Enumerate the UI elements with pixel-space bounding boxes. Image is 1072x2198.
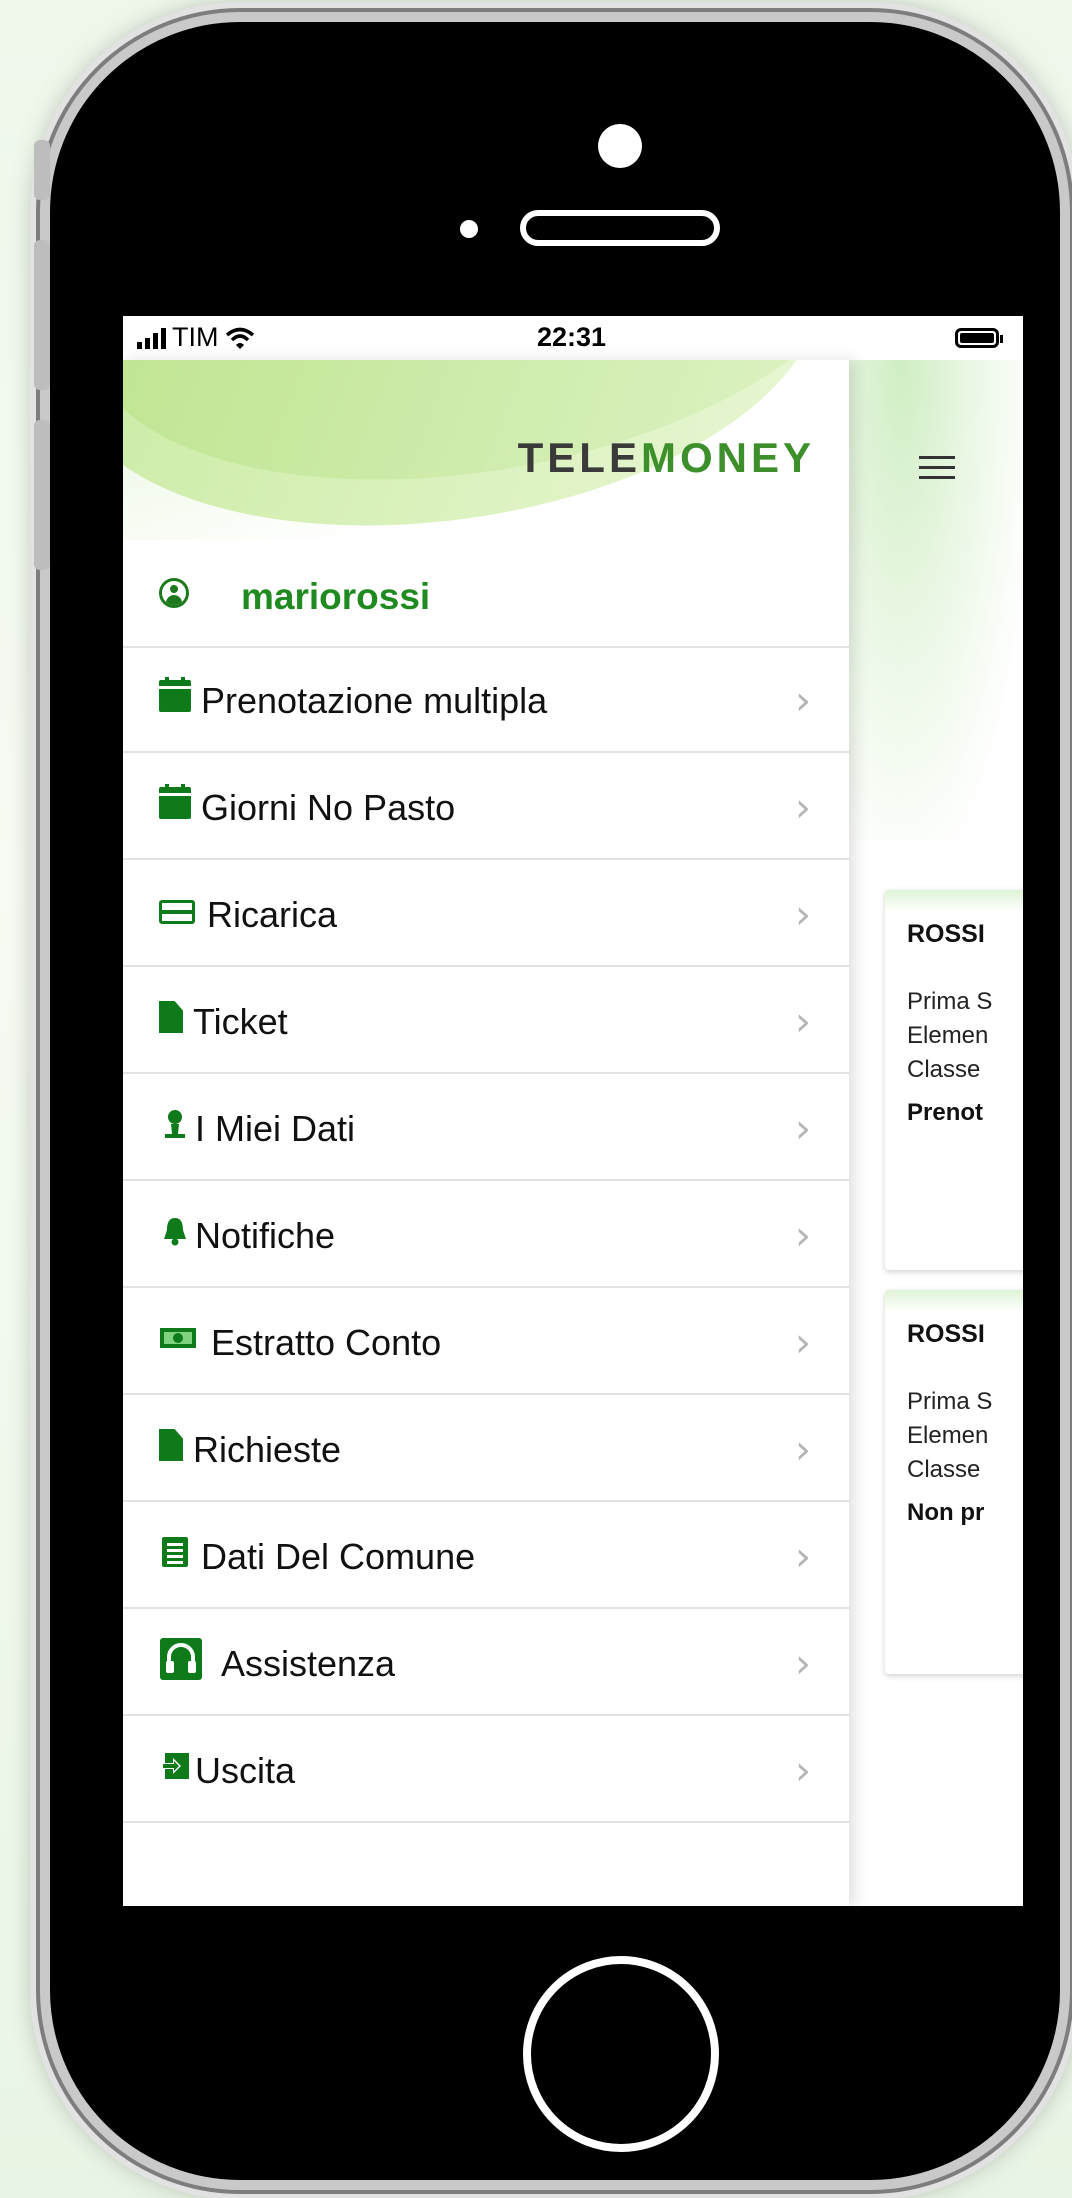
- child-card[interactable]: ROSSI Prima S Elemen Classe Non pr: [885, 1290, 1023, 1674]
- menu-item-label: Assistenza: [221, 1643, 396, 1684]
- menu-item-label: Notifiche: [195, 1215, 336, 1256]
- main-header: [849, 360, 1023, 840]
- exit-icon: [159, 1750, 191, 1782]
- school-type-line: Elemen: [907, 1022, 989, 1049]
- school-line: Prima S: [907, 988, 993, 1015]
- clock: 22:31: [537, 322, 607, 352]
- menu-item-label: Uscita: [195, 1750, 296, 1791]
- chevron-right-icon: ›: [795, 1748, 811, 1794]
- chevron-right-icon: ›: [795, 892, 811, 938]
- wifi-icon: [225, 327, 254, 349]
- bell-icon: [159, 1215, 191, 1247]
- signal-icon: [137, 327, 166, 349]
- home-button[interactable]: [523, 1956, 719, 2152]
- booking-status: Prenot: [907, 1099, 984, 1126]
- carrier-label: TIM: [172, 322, 219, 352]
- earpiece-speaker: [520, 210, 720, 246]
- menu-item-notifiche[interactable]: Notifiche ›: [123, 1181, 849, 1288]
- credit-card-icon: [159, 900, 195, 924]
- list-icon: [159, 1536, 191, 1568]
- booking-status: Non pr: [907, 1499, 985, 1526]
- drawer-menu: Prenotazione multipla › Giorni No Pasto …: [123, 646, 849, 1823]
- front-camera: [598, 124, 642, 168]
- menu-item-assistenza[interactable]: Assistenza ›: [123, 1609, 849, 1716]
- menu-item-richieste[interactable]: Richieste ›: [123, 1395, 849, 1502]
- phone-screen: TIM 22:31 ROSSI Prima S Elemen Classe Pr…: [123, 316, 1023, 1906]
- menu-item-label: I Miei Dati: [195, 1108, 356, 1149]
- menu-item-uscita[interactable]: Uscita ›: [123, 1716, 849, 1823]
- user-profile-row[interactable]: mariorossi: [123, 540, 849, 648]
- document-icon: [159, 1429, 183, 1461]
- mute-switch: [34, 140, 50, 200]
- chevron-right-icon: ›: [795, 1427, 811, 1473]
- menu-item-estratto-conto[interactable]: Estratto Conto ›: [123, 1288, 849, 1395]
- chevron-right-icon: ›: [795, 678, 811, 724]
- class-line: Classe: [907, 1056, 981, 1083]
- chevron-right-icon: ›: [795, 1320, 811, 1366]
- child-name: ROSSI: [907, 920, 985, 948]
- menu-item-label: Richieste: [193, 1429, 342, 1470]
- volume-down-button: [34, 420, 50, 570]
- chevron-right-icon: ›: [795, 1534, 811, 1580]
- menu-item-dati-del-comune[interactable]: Dati Del Comune ›: [123, 1502, 849, 1609]
- document-icon: [159, 1001, 183, 1033]
- menu-item-ticket[interactable]: Ticket ›: [123, 967, 849, 1074]
- child-card[interactable]: ROSSI Prima S Elemen Classe Prenot: [885, 890, 1023, 1270]
- hamburger-menu-icon[interactable]: [919, 456, 955, 480]
- calendar-icon: [159, 677, 191, 712]
- class-line: Classe: [907, 1456, 981, 1483]
- menu-item-ricarica[interactable]: Ricarica ›: [123, 860, 849, 967]
- chevron-right-icon: ›: [795, 999, 811, 1045]
- menu-item-label: Ticket: [193, 1001, 288, 1042]
- menu-item-label: Prenotazione multipla: [201, 680, 548, 721]
- money-icon: [159, 1322, 197, 1354]
- user-circle-icon: [159, 578, 189, 608]
- chevron-right-icon: ›: [795, 1213, 811, 1259]
- volume-up-button: [34, 240, 50, 390]
- menu-item-prenotazione-multipla[interactable]: Prenotazione multipla ›: [123, 646, 849, 753]
- main-content: ROSSI Prima S Elemen Classe Prenot ROSSI…: [849, 360, 1023, 1906]
- username: mariorossi: [241, 576, 431, 617]
- chevron-right-icon: ›: [795, 785, 811, 831]
- battery-icon: [955, 328, 1003, 348]
- menu-item-label: Ricarica: [207, 894, 338, 935]
- side-drawer: TELEMONEY mariorossi Prenotazione multip…: [123, 360, 849, 1906]
- headset-icon: [159, 1637, 203, 1681]
- child-name: ROSSI: [907, 1320, 985, 1348]
- menu-item-label: Estratto Conto: [211, 1322, 442, 1363]
- calendar-icon: [159, 784, 191, 819]
- school-line: Prima S: [907, 1388, 993, 1415]
- drawer-header: TELEMONEY: [123, 360, 849, 540]
- chevron-right-icon: ›: [795, 1106, 811, 1152]
- user-icon: [159, 1108, 191, 1140]
- menu-item-i-miei-dati[interactable]: I Miei Dati ›: [123, 1074, 849, 1181]
- school-type-line: Elemen: [907, 1422, 989, 1449]
- chevron-right-icon: ›: [795, 1641, 811, 1687]
- proximity-sensor: [460, 220, 478, 238]
- status-bar: TIM 22:31: [123, 316, 1023, 360]
- menu-item-label: Giorni No Pasto: [201, 787, 456, 828]
- menu-item-label: Dati Del Comune: [201, 1536, 476, 1577]
- telemoney-logo: TELEMONEY: [517, 434, 815, 481]
- menu-item-giorni-no-pasto[interactable]: Giorni No Pasto ›: [123, 753, 849, 860]
